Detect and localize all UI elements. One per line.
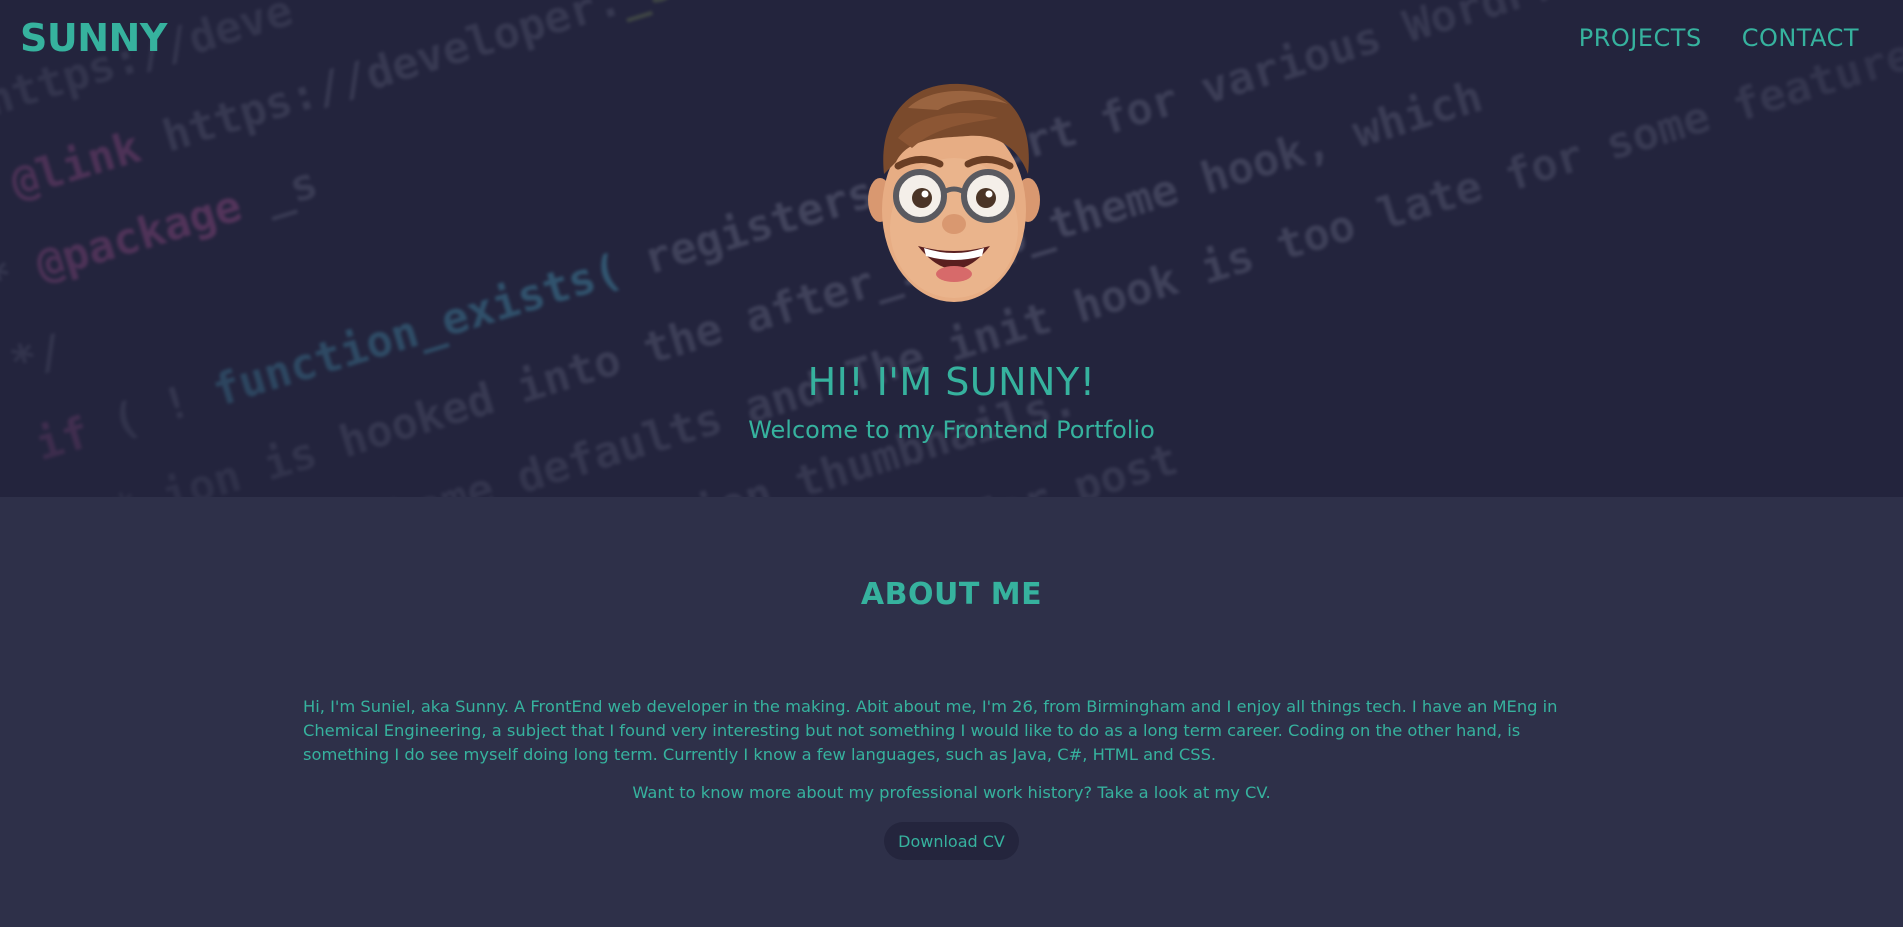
about-paragraph: Hi, I'm Suniel, aka Sunny. A FrontEnd we… bbox=[303, 697, 1558, 764]
main-nav: PROJECTS CONTACT bbox=[1579, 24, 1859, 52]
memoji-avatar-icon bbox=[868, 83, 1040, 302]
nav-link-projects[interactable]: PROJECTS bbox=[1579, 24, 1702, 52]
download-cv-button[interactable]: Download CV bbox=[884, 822, 1019, 860]
about-title: ABOUT ME bbox=[860, 577, 1043, 612]
about-section: ABOUT ME Hi, I'm Suniel, aka Sunny. A Fr… bbox=[0, 497, 1903, 927]
cv-prompt: Want to know more about my professional … bbox=[632, 783, 1271, 802]
top-navbar: SUNNY PROJECTS CONTACT bbox=[0, 0, 1903, 80]
hero-subtitle: Welcome to my Frontend Portfolio bbox=[748, 416, 1155, 444]
nav-link-contact[interactable]: CONTACT bbox=[1742, 24, 1859, 52]
hero-title: HI! I'M SUNNY! bbox=[807, 360, 1096, 404]
site-logo[interactable]: SUNNY bbox=[20, 16, 167, 60]
hero-section: * https://deve5* @link https://developer… bbox=[0, 0, 1903, 497]
